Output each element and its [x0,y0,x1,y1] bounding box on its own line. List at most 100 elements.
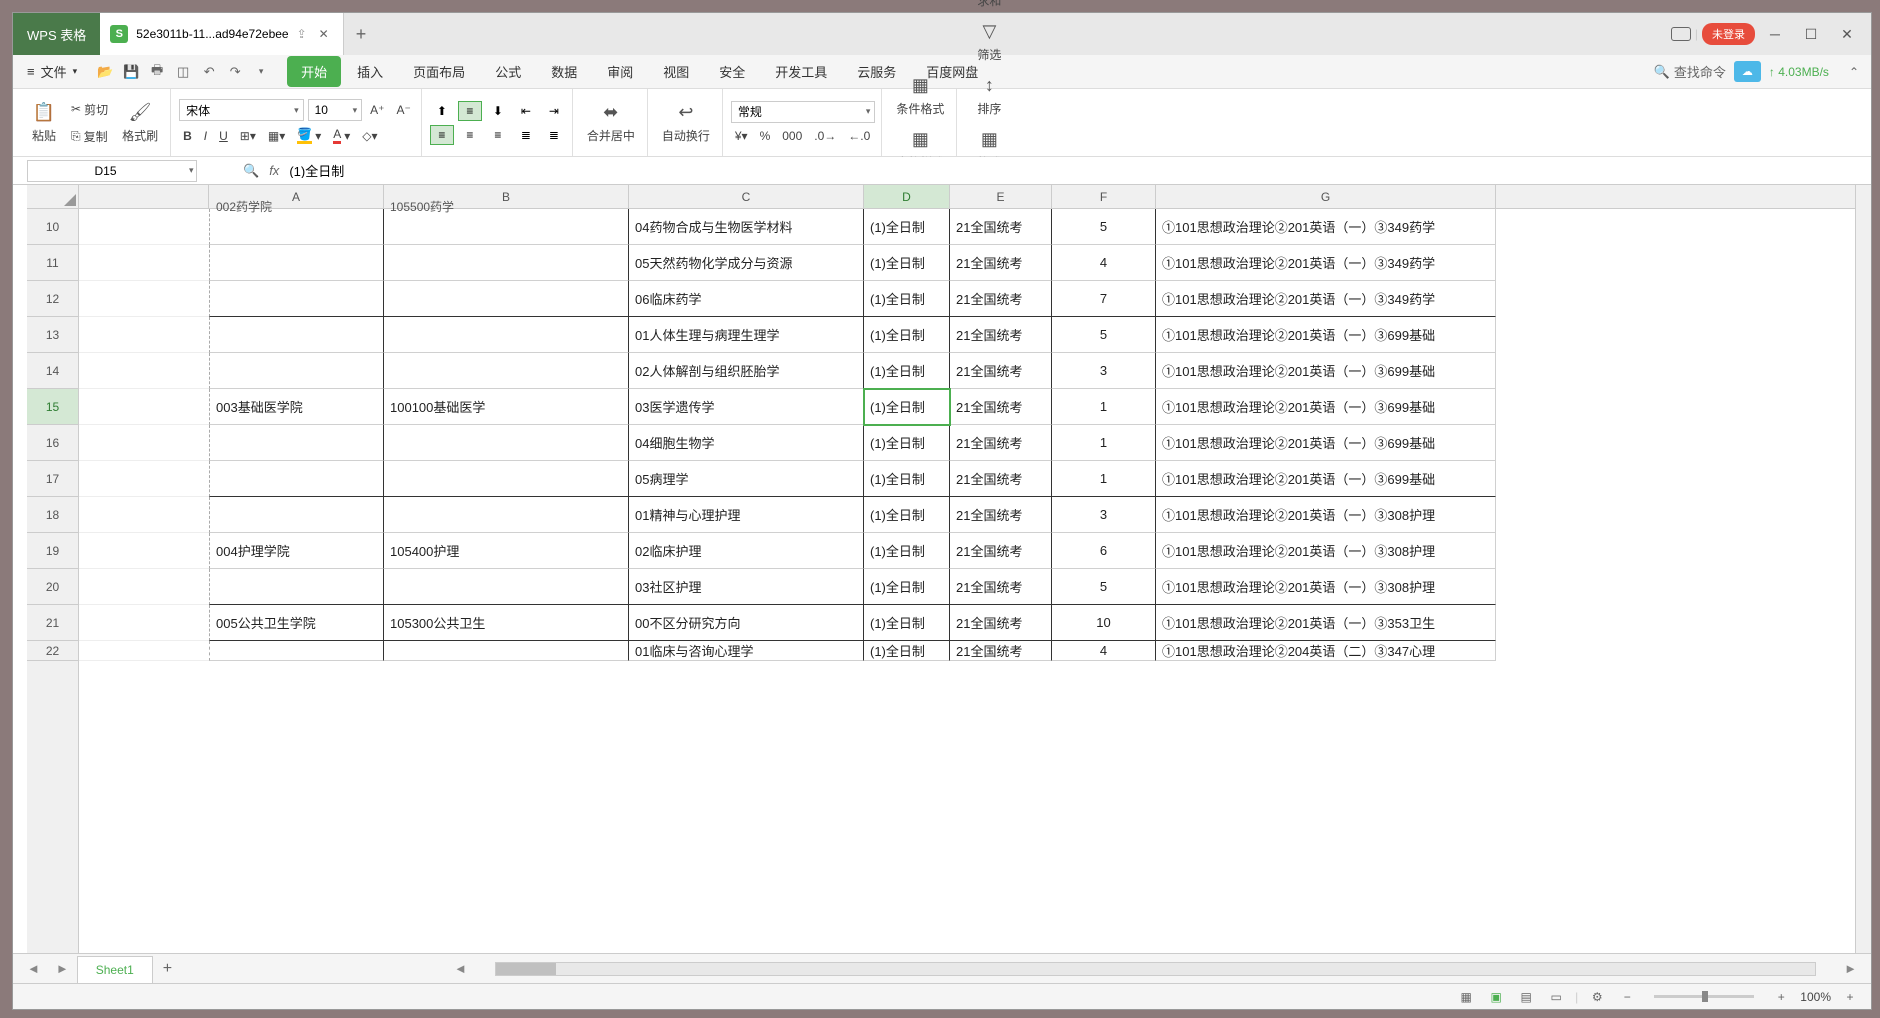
print-preview-icon[interactable]: ◫ [171,60,195,84]
save-icon[interactable]: 💾 [119,60,143,84]
align-right-button[interactable]: ≡ [486,125,510,145]
cell[interactable] [384,425,629,461]
fx-icon[interactable]: fx [269,163,279,178]
row-header[interactable]: 10 [27,209,78,245]
row-header[interactable]: 18 [27,497,78,533]
row-header[interactable]: 17 [27,461,78,497]
justify-button[interactable]: ≣ [514,125,538,145]
filter-button[interactable]: ▽筛选 [965,17,1013,67]
border-button[interactable]: ⊞▾ [236,127,260,145]
chevron-down-icon[interactable]: ▾ [183,165,200,176]
name-box[interactable]: ▾ [27,160,197,182]
wrap-text-button[interactable]: ↩自动换行 [656,98,716,148]
horizontal-scrollbar[interactable] [495,962,1816,976]
cell[interactable]: 05天然药物化学成分与资源 [629,245,864,281]
cell[interactable]: 21全国统考 [950,461,1052,497]
hscroll-right[interactable]: ► [1836,961,1865,976]
cell[interactable]: 5 [1052,569,1156,605]
cell[interactable] [384,497,629,533]
cell[interactable]: (1)全日制 [864,209,950,245]
tab-security[interactable]: 安全 [705,56,759,87]
cell[interactable]: 5 [1052,209,1156,245]
tab-review[interactable]: 审阅 [593,56,647,87]
cell-fill-button[interactable]: ▦▾ [264,127,289,145]
zoom-fx-icon[interactable]: 🔍 [243,163,259,179]
increase-decimal-button[interactable]: .0→ [810,127,840,145]
zoom-in-button[interactable]: + [1770,988,1792,1006]
cell[interactable]: 5 [1052,317,1156,353]
tab-view[interactable]: 视图 [649,56,703,87]
font-color-button[interactable]: A▾ [329,125,354,146]
row-header[interactable]: 16 [27,425,78,461]
align-middle-button[interactable]: ≡ [458,101,482,121]
settings-icon[interactable]: ⚙ [1586,988,1608,1006]
cell[interactable]: 02人体解剖与组织胚胎学 [629,353,864,389]
cell[interactable]: ①101思想政治理论②201英语（一）③353卫生 [1156,605,1496,641]
row-header[interactable]: 20 [27,569,78,605]
cell[interactable]: 21全国统考 [950,353,1052,389]
tab-start[interactable]: 开始 [287,56,341,87]
cell[interactable]: (1)全日制 [864,497,950,533]
cell[interactable]: 105500药学 [384,209,629,245]
tab-formula[interactable]: 公式 [481,56,535,87]
comma-button[interactable]: 000 [778,127,806,145]
column-header-E[interactable]: E [950,185,1052,208]
bold-button[interactable]: B [179,127,196,145]
cell[interactable]: 1 [1052,425,1156,461]
align-top-button[interactable]: ⬆ [430,101,454,121]
paste-button[interactable]: 📋 粘贴 [25,98,63,148]
cell[interactable]: 3 [1052,497,1156,533]
cell[interactable]: (1)全日制 [864,245,950,281]
column-header-C[interactable]: C [629,185,864,208]
formula-input[interactable] [289,163,1871,178]
cell[interactable]: 03社区护理 [629,569,864,605]
close-window-button[interactable]: ✕ [1831,21,1863,47]
cell[interactable]: 21全国统考 [950,425,1052,461]
tab-developer[interactable]: 开发工具 [761,56,841,87]
page-layout-view-button[interactable]: ▣ [1485,988,1507,1006]
decrease-font-button[interactable]: A⁻ [393,101,415,119]
cell[interactable] [384,281,629,317]
sheet-nav-prev[interactable]: ◄ [19,961,48,976]
cell[interactable] [209,425,384,461]
cell[interactable] [209,317,384,353]
hscroll-left[interactable]: ◄ [446,961,475,976]
cell[interactable]: 04药物合成与生物医学材料 [629,209,864,245]
cell[interactable]: 21全国统考 [950,209,1052,245]
cell[interactable]: 01临床与咨询心理学 [629,641,864,661]
cell[interactable]: (1)全日制 [864,641,950,661]
sheet-tab[interactable]: Sheet1 [77,956,153,983]
tab-insert[interactable]: 插入 [343,56,397,87]
column-header-F[interactable]: F [1052,185,1156,208]
align-bottom-button[interactable]: ⬇ [486,101,510,121]
cloud-badge[interactable]: ☁ [1734,61,1761,82]
tab-mode-icon[interactable] [1671,27,1691,41]
cell[interactable]: 1 [1052,389,1156,425]
cell[interactable]: (1)全日制 [864,461,950,497]
row-header[interactable]: 14 [27,353,78,389]
cell[interactable] [209,569,384,605]
cell[interactable]: 004护理学院 [209,533,384,569]
redo-icon[interactable]: ↷ [223,60,247,84]
cell[interactable]: 21全国统考 [950,317,1052,353]
search-command[interactable]: 🔍 查找命令 [1654,62,1726,81]
chevron-down-icon[interactable]: ▾ [862,106,875,117]
row-header[interactable]: 12 [27,281,78,317]
page-break-view-button[interactable]: ▤ [1515,988,1537,1006]
cell[interactable]: 105400护理 [384,533,629,569]
decrease-decimal-button[interactable]: ←.0 [844,127,874,145]
cell[interactable]: 10 [1052,605,1156,641]
cell[interactable]: 21全国统考 [950,641,1052,661]
cell[interactable]: 03医学遗传学 [629,389,864,425]
cell[interactable]: 003基础医学院 [209,389,384,425]
cell[interactable]: ①101思想政治理论②201英语（一）③699基础 [1156,461,1496,497]
cell[interactable]: 1 [1052,461,1156,497]
cell[interactable]: 06临床药学 [629,281,864,317]
normal-view-button[interactable]: ▦ [1455,988,1477,1006]
row-header[interactable]: 22 [27,641,78,661]
font-size-combo[interactable]: ▾ [308,99,363,121]
cell[interactable] [209,497,384,533]
add-sheet-button[interactable]: + [153,960,182,978]
cell[interactable]: ①101思想政治理论②201英语（一）③349药学 [1156,209,1496,245]
zoom-level[interactable]: 100% [1800,990,1831,1004]
